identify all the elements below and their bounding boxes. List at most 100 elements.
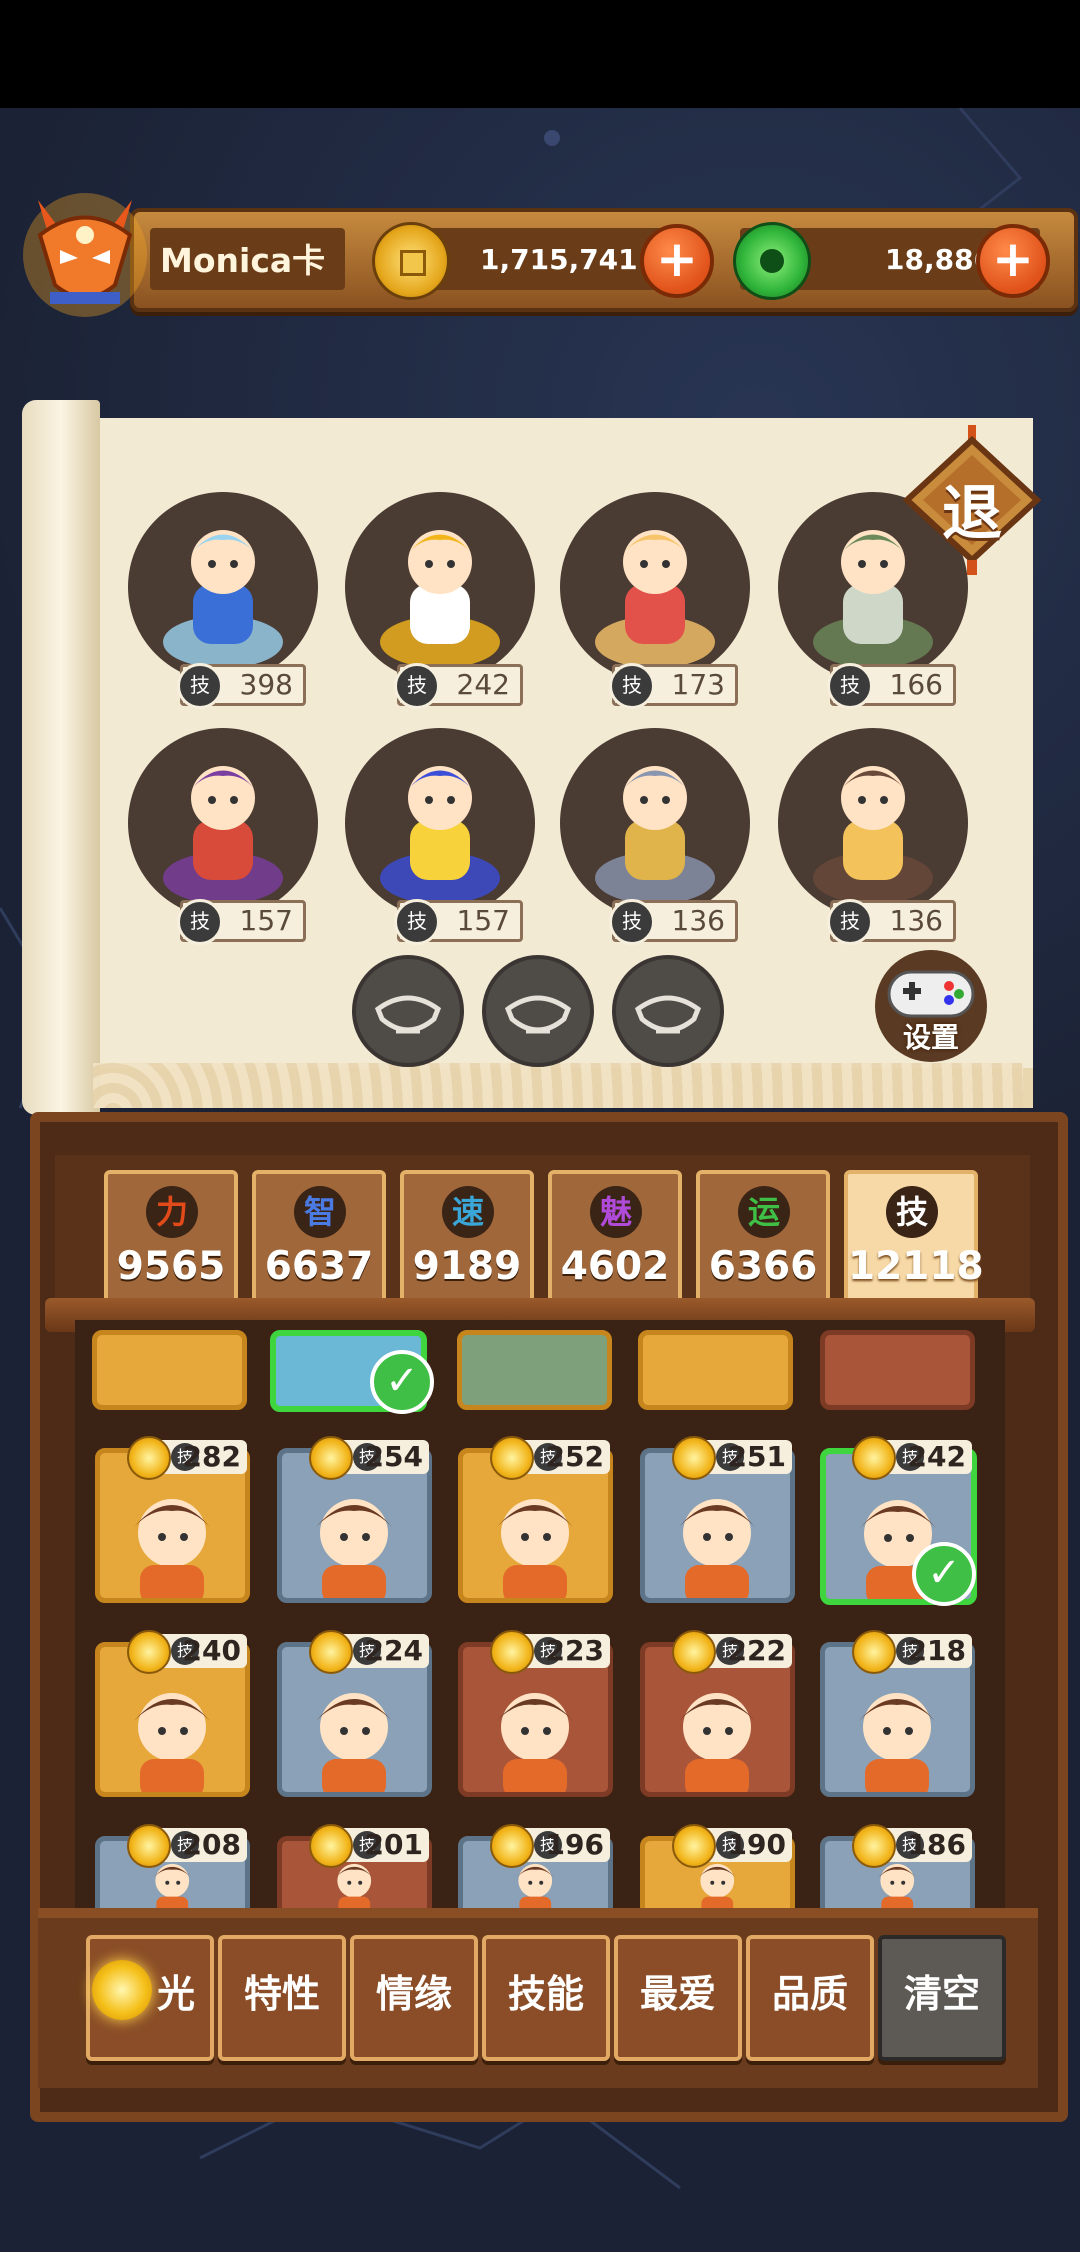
card-level: 190 — [727, 1828, 786, 1861]
team-hero-portrait[interactable] — [560, 492, 750, 682]
fox-mask-avatar-icon[interactable] — [20, 180, 150, 330]
skill-icon: 技 — [177, 899, 223, 945]
card-skill-tag: 技 242 — [852, 1436, 972, 1480]
stat-value: 9189 — [412, 1244, 522, 1289]
card-skill-tag: 技 190 — [672, 1824, 792, 1868]
hero-figure-icon — [163, 766, 283, 904]
card-skill-tag: 技 218 — [852, 1630, 972, 1674]
exit-button[interactable]: 退 — [897, 415, 1047, 575]
card-skill-tag: 技 282 — [127, 1436, 247, 1480]
stat-tile-3[interactable]: 魅 4602 — [548, 1170, 682, 1304]
stat-tile-2[interactable]: 速 9189 — [400, 1170, 534, 1304]
skill-icon: 技 — [827, 663, 873, 709]
coin-amount: 1,715,741 — [480, 243, 638, 276]
stat-glyph-icon: 魅 — [590, 1186, 642, 1238]
card-skill-tag: 技 223 — [490, 1630, 610, 1674]
card-level: 242 — [907, 1440, 966, 1473]
card-skill-tag: 技 240 — [127, 1630, 247, 1674]
selected-check-icon: ✓ — [912, 1542, 976, 1606]
light-sun-icon — [309, 1436, 353, 1480]
coin-icon — [372, 222, 450, 300]
stat-tile-5[interactable]: 技 12118 — [844, 1170, 984, 1304]
hero-card-figure-icon — [497, 1499, 573, 1598]
stat-value: 6366 — [708, 1244, 818, 1289]
hero-level: 157 — [239, 904, 293, 937]
hero-level: 136 — [671, 904, 725, 937]
hero-card-figure-icon — [679, 1499, 755, 1598]
stat-tile-1[interactable]: 智 6637 — [252, 1170, 386, 1304]
add-gems-button[interactable]: + — [976, 224, 1050, 298]
filter-label: 技能 — [507, 1972, 584, 2016]
light-sun-icon — [127, 1824, 171, 1868]
light-sun-icon — [852, 1436, 896, 1480]
hero-card-partial[interactable] — [92, 1330, 247, 1410]
filter-button-4[interactable]: 最爱 — [614, 1935, 742, 2061]
hero-card-partial[interactable] — [457, 1330, 612, 1410]
filter-label: 情缘 — [375, 1972, 452, 2016]
gem-icon — [733, 222, 811, 300]
scroll-wave-border — [93, 1063, 1023, 1108]
card-level: 218 — [907, 1634, 966, 1667]
exit-label: 退 — [942, 479, 1002, 549]
card-skill-tag: 技 224 — [309, 1630, 429, 1674]
card-skill-tag: 技 208 — [127, 1824, 247, 1868]
add-coins-button[interactable]: + — [640, 224, 714, 298]
hero-skill-level-tag: 技 242 — [394, 663, 523, 709]
light-sun-icon — [309, 1824, 353, 1868]
team-hero-portrait[interactable] — [345, 492, 535, 682]
empty-slot-bowl-icon[interactable] — [352, 955, 464, 1067]
hero-level: 173 — [671, 668, 725, 701]
hero-skill-level-tag: 技 166 — [827, 663, 956, 709]
stat-glyph-icon: 速 — [442, 1186, 494, 1238]
gamepad-label: 设置 — [902, 1021, 959, 1054]
empty-slot-bowl-icon[interactable] — [482, 955, 594, 1067]
card-level: 240 — [182, 1634, 241, 1667]
light-sun-icon — [309, 1630, 353, 1674]
stat-tile-0[interactable]: 力 9565 — [104, 1170, 238, 1304]
team-hero-portrait[interactable] — [128, 728, 318, 918]
skill-icon: 技 — [609, 899, 655, 945]
filter-button-3[interactable]: 技能 — [482, 1935, 610, 2061]
team-hero-portrait[interactable] — [778, 728, 968, 918]
card-skill-tag: 技 201 — [309, 1824, 429, 1868]
stat-value: 4602 — [560, 1244, 670, 1289]
hero-skill-level-tag: 技 398 — [177, 663, 306, 709]
skill-icon: 技 — [609, 663, 655, 709]
player-name: Monica卡 — [160, 241, 326, 280]
hero-level: 136 — [889, 904, 943, 937]
stat-glyph-icon: 智 — [294, 1186, 346, 1238]
gamepad-settings-button[interactable]: 设置 — [875, 950, 987, 1062]
stat-value: 12118 — [848, 1244, 984, 1289]
filter-button-2[interactable]: 情缘 — [350, 1935, 478, 2061]
hero-figure-icon — [380, 766, 500, 904]
hero-level: 157 — [456, 904, 510, 937]
hero-skill-level-tag: 技 136 — [609, 899, 738, 945]
filter-button-1[interactable]: 特性 — [218, 1935, 346, 2061]
empty-slot-bowl-icon[interactable] — [612, 955, 724, 1067]
hero-card-partial[interactable] — [638, 1330, 793, 1410]
light-sun-icon — [490, 1824, 534, 1868]
card-level: 196 — [545, 1828, 604, 1861]
card-level: 223 — [545, 1634, 604, 1667]
card-skill-tag: 技 251 — [672, 1436, 792, 1480]
stat-tile-4[interactable]: 运 6366 — [696, 1170, 830, 1304]
card-level: 251 — [727, 1440, 786, 1473]
card-skill-tag: 技 254 — [309, 1436, 429, 1480]
card-skill-tag: 技 186 — [852, 1824, 972, 1868]
filter-button-6[interactable]: 清空 — [878, 1935, 1006, 2061]
hero-card-partial[interactable] — [820, 1330, 975, 1410]
stat-glyph-icon: 运 — [738, 1186, 790, 1238]
light-sun-icon — [672, 1630, 716, 1674]
team-hero-portrait[interactable] — [560, 728, 750, 918]
light-sun-icon — [672, 1824, 716, 1868]
light-filter-sun-icon — [92, 1960, 152, 2020]
filter-button-5[interactable]: 品质 — [746, 1935, 874, 2061]
hero-skill-level-tag: 技 157 — [177, 899, 306, 945]
card-level: 282 — [182, 1440, 241, 1473]
card-skill-tag: 技 222 — [672, 1630, 792, 1674]
hero-card-figure-icon — [679, 1693, 755, 1792]
team-hero-portrait[interactable] — [345, 728, 535, 918]
team-hero-portrait[interactable] — [128, 492, 318, 682]
card-skill-tag: 技 252 — [490, 1436, 610, 1480]
light-sun-icon — [490, 1630, 534, 1674]
